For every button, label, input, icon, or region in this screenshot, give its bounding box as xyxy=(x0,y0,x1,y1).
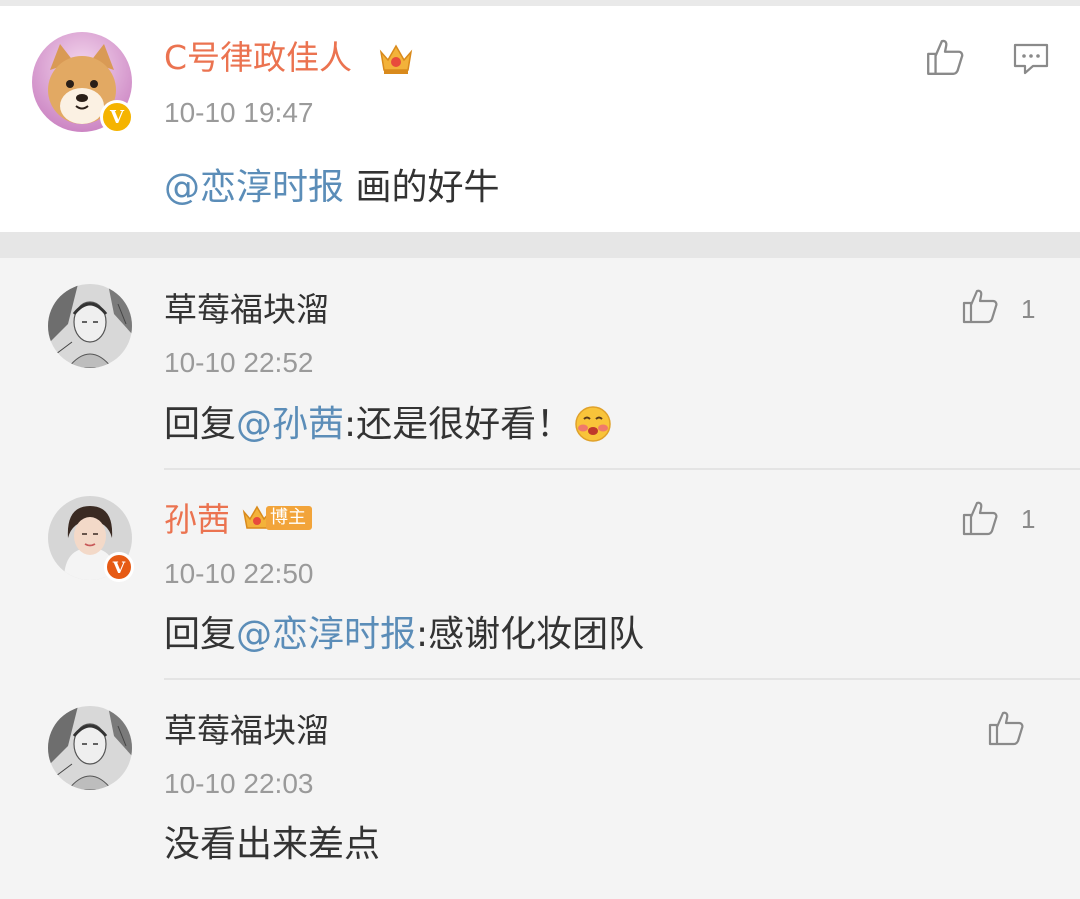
comment-body: 画的好牛 xyxy=(344,167,500,208)
avatar[interactable]: V xyxy=(48,496,134,582)
mention-link[interactable]: @孙茜 xyxy=(236,404,344,445)
verified-badge-icon: V xyxy=(100,100,134,134)
avatar[interactable] xyxy=(48,284,132,368)
comment-time: 10-10 22:03 xyxy=(164,768,314,799)
main-comment: V C号律政佳人 10-10 19:47 @恋淳时报 画的好牛 xyxy=(0,6,1080,232)
sketch-portrait-avatar-icon xyxy=(48,706,132,790)
comment-time: 10-10 22:52 xyxy=(164,347,314,378)
blushing-face-emoji-icon xyxy=(575,406,611,442)
sketch-portrait-avatar-icon xyxy=(48,284,132,368)
reply-list: 草莓福块溜 10-10 22:52 回复@孙茜:还是很好看！ 1 V 孙茜 博主… xyxy=(0,258,1080,899)
author-name[interactable]: 草莓福块溜 xyxy=(164,290,329,330)
avatar[interactable] xyxy=(48,706,132,790)
author-name[interactable]: C号律政佳人 xyxy=(164,38,352,78)
author-name[interactable]: 草莓福块溜 xyxy=(164,711,329,751)
verified-badge-icon: V xyxy=(104,552,134,582)
reply-comment-icon[interactable] xyxy=(1012,42,1050,76)
mention-link[interactable]: @恋淳时报 xyxy=(236,614,416,655)
like-count: 1 xyxy=(1021,294,1036,324)
like-count: 1 xyxy=(1021,504,1036,534)
divider xyxy=(164,468,1080,470)
section-separator xyxy=(0,232,1080,258)
thumbs-up-icon[interactable] xyxy=(924,36,966,78)
comment-body: :还是很好看！ xyxy=(344,404,573,445)
divider xyxy=(164,678,1080,680)
thumbs-up-icon[interactable] xyxy=(960,286,1000,326)
comment-text: @恋淳时报 画的好牛 xyxy=(164,166,499,210)
comment-text: 回复@孙茜:还是很好看！ xyxy=(164,403,572,447)
comment-text: 回复@恋淳时报:感谢化妆团队 xyxy=(164,613,644,657)
comment-time: 10-10 22:50 xyxy=(164,558,314,589)
vip-crown-icon xyxy=(378,42,414,80)
thumbs-up-icon[interactable] xyxy=(986,708,1026,748)
blogger-tag: 博主 xyxy=(266,506,312,530)
avatar[interactable]: V xyxy=(32,32,134,134)
comment-time: 10-10 19:47 xyxy=(164,97,314,128)
reply-prefix: 回复 xyxy=(164,404,237,445)
comment-body: :感谢化妆团队 xyxy=(416,614,645,655)
thumbs-up-icon[interactable] xyxy=(960,498,1000,538)
reply-prefix: 回复 xyxy=(164,614,237,655)
mention-link[interactable]: @恋淳时报 xyxy=(164,167,344,208)
comment-text: 没看出来差点 xyxy=(164,824,381,865)
blogger-badge: 博主 xyxy=(242,504,312,532)
author-name[interactable]: 孙茜 xyxy=(164,500,230,540)
